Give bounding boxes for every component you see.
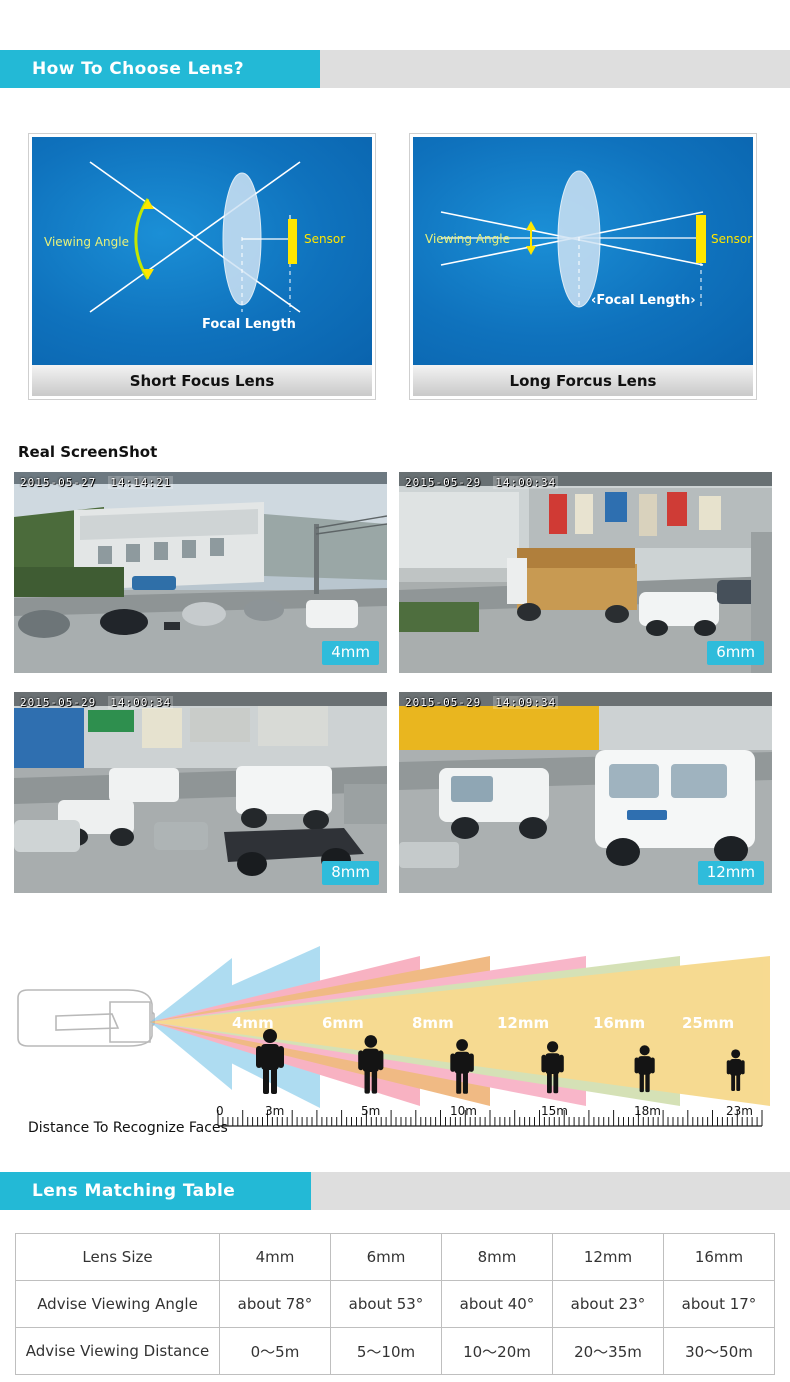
table-cell: 4mm	[219, 1233, 331, 1281]
lens-matching-table: Lens Size 4mm 6mm 8mm 12mm 16mm Advise V…	[15, 1233, 775, 1375]
screenshot-tag-12mm: 12mm	[697, 861, 764, 885]
ruler-mark-15m: 15m	[541, 1104, 568, 1118]
osd-time: 14:00:34	[108, 696, 174, 709]
table-row-header: Lens Size	[15, 1233, 220, 1281]
diagram-short-focus: Viewing Angle Sensor Focal Length Short …	[28, 133, 376, 400]
osd-time: 14:14:21	[108, 476, 174, 489]
osd-time: 14:00:34	[493, 476, 559, 489]
osd-date: 2015-05-27	[20, 476, 97, 489]
beam-label-4mm: 4mm	[232, 1014, 274, 1032]
diagram-long-focus: Viewing Angle Sensor ‹Focal Length› Long…	[409, 133, 757, 400]
short-focus-viewing-angle-label: Viewing Angle	[44, 235, 129, 249]
screenshot-osd-6mm: 2015-05-29 14:00:34	[405, 476, 559, 489]
distance-diagram-caption: Distance To Recognize Faces	[28, 1120, 228, 1136]
long-focus-focal-length-label: ‹Focal Length›	[591, 293, 696, 308]
long-focus-viewing-angle-label: Viewing Angle	[425, 232, 510, 246]
beam-label-16mm: 16mm	[593, 1014, 646, 1032]
section-title-lens-matching: Lens Matching Table	[32, 1181, 236, 1201]
table-cell: about 40°	[441, 1280, 553, 1328]
osd-time: 14:09:34	[493, 696, 559, 709]
table-cell: 6mm	[330, 1233, 442, 1281]
screenshot-tag-8mm: 8mm	[322, 861, 379, 885]
table-cell: 8mm	[441, 1233, 553, 1281]
table-cell: about 78°	[219, 1280, 331, 1328]
banner-accent-block: Lens Matching Table	[0, 1172, 312, 1210]
ruler-mark-23m: 23m	[726, 1104, 753, 1118]
ruler-mark-5m: 5m	[361, 1104, 381, 1118]
screenshot-thumb-6mm[interactable]: 2015-05-29 14:00:34 6mm	[399, 472, 772, 673]
section-title-how-to-choose: How To Choose Lens?	[32, 59, 245, 79]
table-row-header: Advise Viewing Distance	[15, 1327, 220, 1375]
table-cell: 5～10m	[330, 1327, 442, 1375]
short-focus-sensor-label: Sensor	[304, 232, 346, 246]
long-focus-sensor-label: Sensor	[711, 232, 753, 246]
osd-date: 2015-05-29	[20, 696, 97, 709]
beam-label-12mm: 12mm	[497, 1014, 550, 1032]
screenshot-osd-12mm: 2015-05-29 14:09:34	[405, 696, 559, 709]
diagram-short-focus-image: Viewing Angle Sensor Focal Length	[32, 137, 372, 367]
table-cell: about 53°	[330, 1280, 442, 1328]
table-row-header: Advise Viewing Angle	[15, 1280, 220, 1328]
section-banner-lens-matching: Lens Matching Table	[0, 1172, 790, 1218]
table-row: Advise Viewing Angle about 78° about 53°…	[15, 1280, 775, 1328]
table-cell: about 17°	[663, 1280, 775, 1328]
screenshot-thumb-12mm[interactable]: 2015-05-29 14:09:34 12mm	[399, 692, 772, 893]
table-cell: 16mm	[663, 1233, 775, 1281]
screenshot-osd-4mm: 2015-05-27 14:14:21	[20, 476, 174, 489]
screenshot-osd-8mm: 2015-05-29 14:00:34	[20, 696, 174, 709]
short-focus-caption: Short Focus Lens	[32, 365, 372, 396]
subtitle-real-screenshot: Real ScreenShot	[18, 443, 158, 461]
long-focus-caption: Long Forcus Lens	[413, 365, 753, 396]
screenshot-tag-6mm: 6mm	[707, 641, 764, 665]
table-cell: about 23°	[552, 1280, 664, 1328]
table-cell: 0～5m	[219, 1327, 331, 1375]
screenshot-tag-4mm: 4mm	[322, 641, 379, 665]
short-focus-focal-length-label: Focal Length	[202, 317, 296, 332]
ruler-mark-3m: 3m	[265, 1104, 285, 1118]
section-banner-how-to-choose: How To Choose Lens?	[0, 50, 790, 96]
short-focus-optics-svg	[89, 161, 301, 313]
screenshot-thumb-8mm[interactable]: 2015-05-29 14:00:34 8mm	[14, 692, 387, 893]
beam-label-8mm: 8mm	[412, 1014, 454, 1032]
long-focus-optics-svg	[440, 170, 706, 309]
table-row: Advise Viewing Distance 0～5m 5～10m 10～20…	[15, 1327, 775, 1375]
table-cell: 12mm	[552, 1233, 664, 1281]
table-cell: 10～20m	[441, 1327, 553, 1375]
banner-accent-block: How To Choose Lens?	[0, 50, 321, 88]
osd-date: 2015-05-29	[405, 476, 482, 489]
table-row: Lens Size 4mm 6mm 8mm 12mm 16mm	[15, 1233, 775, 1281]
screenshot-thumb-4mm[interactable]: 2015-05-27 14:14:21 4mm	[14, 472, 387, 673]
ruler-mark-18m: 18m	[634, 1104, 661, 1118]
diagram-long-focus-image: Viewing Angle Sensor ‹Focal Length›	[413, 137, 753, 367]
osd-date: 2015-05-29	[405, 696, 482, 709]
beam-label-25mm: 25mm	[682, 1014, 735, 1032]
beam-label-6mm: 6mm	[322, 1014, 364, 1032]
ruler-mark-0: 0	[216, 1104, 224, 1118]
ruler-mark-10m: 10m	[450, 1104, 477, 1118]
distance-ruler	[217, 1110, 763, 1127]
table-cell: 20～35m	[552, 1327, 664, 1375]
distance-to-recognize-faces-diagram: 4mm 6mm 8mm 12mm 16mm 25mm 0 3m 5m 10m 1…	[0, 930, 790, 1165]
table-cell: 30～50m	[663, 1327, 775, 1375]
camera-icon	[17, 989, 155, 1047]
